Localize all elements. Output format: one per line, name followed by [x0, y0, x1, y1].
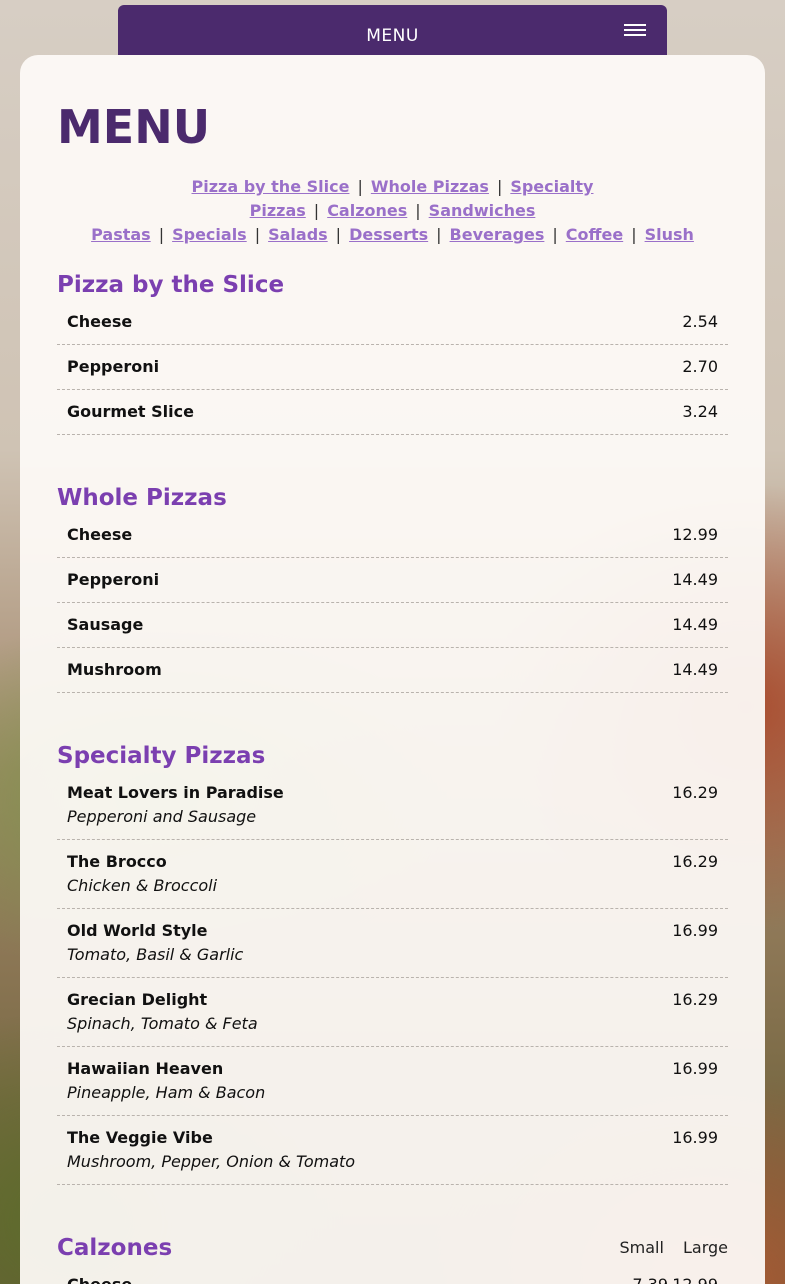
nav-link-calzones[interactable]: Calzones: [327, 201, 407, 220]
menu-item: Hawaiian Heaven Pineapple, Ham & Bacon 1…: [57, 1047, 728, 1116]
item-price: 16.99: [672, 921, 718, 940]
item-description: Mushroom, Pepper, Onion & Tomato: [67, 1152, 356, 1171]
menu-item: The Veggie Vibe Mushroom, Pepper, Onion …: [57, 1116, 728, 1185]
menu-item: Old World Style Tomato, Basil & Garlic 1…: [57, 909, 728, 978]
size-small-label: Small: [619, 1238, 664, 1257]
item-price: 16.99: [672, 1128, 718, 1147]
item-price: 16.29: [672, 783, 718, 802]
item-price: 3.24: [682, 402, 718, 421]
item-price: 16.29: [672, 852, 718, 871]
top-nav-bar: MENU: [118, 5, 667, 55]
item-name: Grecian Delight: [67, 990, 208, 1009]
nav-link-pastas[interactable]: Pastas: [91, 225, 151, 244]
item-price-small: 7.39: [632, 1275, 668, 1284]
nav-link-salads[interactable]: Salads: [268, 225, 328, 244]
menu-item: Cheese 2.54: [57, 300, 728, 345]
item-name: Pepperoni: [67, 357, 160, 376]
menu-item: Gourmet Slice 3.24: [57, 390, 728, 435]
item-price-large: 12.99: [672, 1275, 718, 1284]
menu-item: Cheese 12.99: [57, 513, 728, 558]
nav-row-1: Pizza by the Slice | Whole Pizzas | Specialt…: [191, 177, 594, 220]
section-title: Specialty Pizzas: [57, 743, 266, 769]
nav-link-beverages[interactable]: Beverages: [450, 225, 545, 244]
item-description: Chicken & Broccoli: [67, 876, 218, 895]
menu-item: Pepperoni 14.49: [57, 558, 728, 603]
item-price: 14.49: [672, 570, 718, 589]
item-price: 14.49: [672, 660, 718, 679]
section-pizza-by-the-slice: Pizza by the Slice Cheese 2.54 Pepperoni…: [57, 270, 728, 435]
item-name: Pepperoni: [67, 570, 160, 589]
category-nav: Pizza by the Slice | Whole Pizzas | Specialt…: [57, 175, 728, 247]
nav-link-whole-pizzas[interactable]: Whole Pizzas: [371, 177, 489, 196]
item-name: Cheese: [67, 1275, 132, 1284]
nav-link-slush[interactable]: Slush: [645, 225, 694, 244]
item-name: Old World Style: [67, 921, 208, 940]
nav-link-desserts[interactable]: Desserts: [349, 225, 428, 244]
menu-card: MENU Pizza by the Slice | Whole Pizzas | Spe…: [20, 55, 765, 1284]
section-title: Pizza by the Slice: [57, 272, 285, 298]
menu-item: Sausage 14.49: [57, 603, 728, 648]
item-name: Hawaiian Heaven: [67, 1059, 224, 1078]
nav-link-sandwiches[interactable]: Sandwiches: [429, 201, 536, 220]
item-price: 2.70: [682, 357, 718, 376]
size-header: Small Large: [605, 1233, 728, 1263]
item-name: The Brocco: [67, 852, 167, 871]
item-name: Gourmet Slice: [67, 402, 194, 421]
item-price: 16.99: [672, 1059, 718, 1078]
item-description: Spinach, Tomato & Feta: [67, 1014, 258, 1033]
topbar-title: MENU: [366, 26, 419, 46]
item-description: Tomato, Basil & Garlic: [67, 945, 244, 964]
item-name: Cheese: [67, 525, 133, 544]
menu-item: Pepperoni 2.70: [57, 345, 728, 390]
section-specialty-pizzas: Specialty Pizzas Meat Lovers in Paradise…: [57, 741, 728, 1185]
page-title: MENU: [57, 100, 211, 154]
section-calzones: Calzones Small Large Cheese 7.39 12.99: [57, 1233, 728, 1284]
menu-item: The Brocco Chicken & Broccoli 16.29: [57, 840, 728, 909]
item-description: Pepperoni and Sausage: [67, 807, 257, 826]
item-name: Meat Lovers in Paradise: [67, 783, 284, 802]
nav-link-pizza-by-the-slice[interactable]: Pizza by the Slice: [192, 177, 350, 196]
item-price: 2.54: [682, 312, 718, 331]
section-whole-pizzas: Whole Pizzas Cheese 12.99 Pepperoni 14.4…: [57, 483, 728, 693]
size-large-label: Large: [682, 1238, 728, 1257]
menu-item: Grecian Delight Spinach, Tomato & Feta 1…: [57, 978, 728, 1047]
menu-item: Mushroom 14.49: [57, 648, 728, 693]
item-description: Pineapple, Ham & Bacon: [67, 1083, 266, 1102]
item-name: Mushroom: [67, 660, 162, 679]
item-price: 16.29: [672, 990, 718, 1009]
hamburger-icon[interactable]: [624, 23, 648, 39]
nav-link-coffee[interactable]: Coffee: [566, 225, 623, 244]
section-title: Whole Pizzas: [57, 485, 227, 511]
item-name: Cheese: [67, 312, 133, 331]
nav-row-2: Pastas | Specials | Salads | Desserts | Beverage…: [91, 225, 694, 244]
item-name: The Veggie Vibe: [67, 1128, 213, 1147]
nav-link-specials[interactable]: Specials: [172, 225, 247, 244]
item-name: Sausage: [67, 615, 144, 634]
item-price: 14.49: [672, 615, 718, 634]
menu-item: Cheese 7.39 12.99: [57, 1263, 728, 1284]
menu-item: Meat Lovers in Paradise Pepperoni and Sa…: [57, 771, 728, 840]
item-price: 12.99: [672, 525, 718, 544]
